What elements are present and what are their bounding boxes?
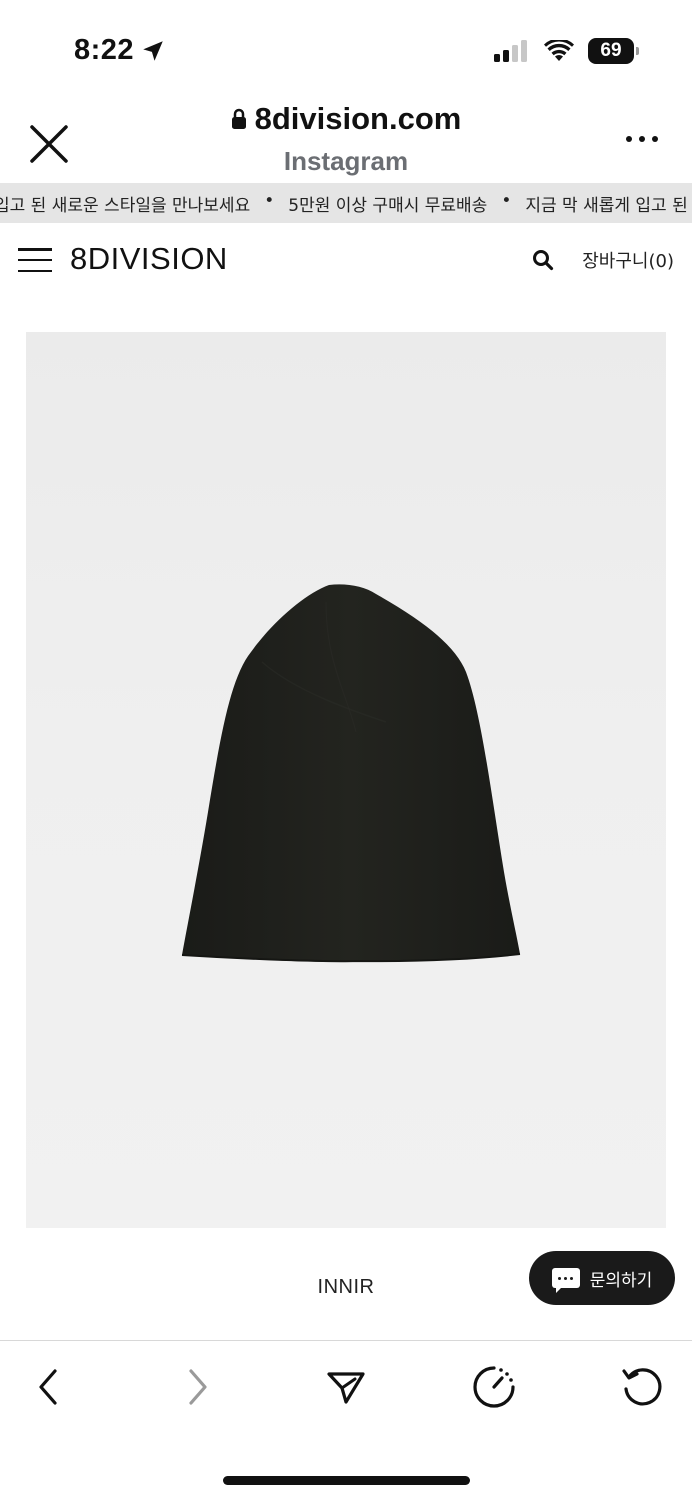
cart-link[interactable]: 장바구니(0) [582,247,674,273]
marquee-item: 입고 된 새로운 스타일을 만나보세요 [0,196,251,216]
product-image[interactable] [26,332,666,1228]
chat-bubble-icon [551,1268,580,1293]
chat-dot [564,1276,568,1280]
chevron-left-icon [39,1369,57,1405]
browser-header: 8division.com Instagram [0,95,692,185]
marquee-item: 5만원 이상 구매시 무료배송 [288,196,488,216]
status-time: 8:22 [74,34,166,67]
chevron-right-icon [189,1369,207,1405]
status-bar: 8:22 69 [0,0,692,100]
timer-icon [473,1366,515,1408]
site-logo[interactable]: 8DIVISION [70,241,228,277]
wifi-icon [544,40,574,61]
marquee-track: 입고 된 새로운 스타일을 만나보세요 • 5만원 이상 구매시 무료배송 • … [0,191,692,216]
location-arrow-icon [143,40,163,61]
url-text: 8division.com [254,101,462,136]
share-button[interactable] [322,1363,370,1411]
marquee-item: 지금 막 새롭게 입고 된 사 [525,196,692,216]
marquee-separator: • [501,191,512,211]
site-header: 8DIVISION 장바구니(0) [0,230,692,290]
chat-label: 문의하기 [589,1270,653,1291]
status-indicators: 69 [494,38,639,64]
inquiry-chat-button[interactable]: 문의하기 [529,1251,675,1305]
beanie-hat-image [181,584,521,963]
battery-indicator: 69 [588,38,639,64]
more-icon-dot [652,136,658,142]
timer-button[interactable] [470,1363,518,1411]
time-text: 8:22 [74,34,135,66]
announcement-marquee: 입고 된 새로운 스타일을 만나보세요 • 5만원 이상 구매시 무료배송 • … [0,183,692,223]
marquee-separator: • [264,191,275,211]
lock-icon [231,108,246,129]
search-icon [533,250,554,271]
source-label: Instagram [283,146,409,176]
back-button[interactable] [24,1363,72,1411]
menu-button[interactable] [18,248,52,272]
home-indicator[interactable] [223,1476,470,1485]
more-icon-dot [639,136,645,142]
more-icon-dot [626,136,632,142]
url-bar[interactable]: 8division.com [0,101,692,137]
reload-button[interactable] [618,1363,666,1411]
cellular-signal-icon [494,40,527,62]
hamburger-icon-line [18,258,52,262]
hamburger-icon-line [18,269,52,272]
send-icon [327,1372,365,1404]
search-button[interactable] [532,249,554,271]
hamburger-icon-line [18,248,52,251]
chat-dot [570,1276,574,1280]
battery-level: 69 [600,40,622,61]
chat-dot [558,1276,562,1280]
forward-button[interactable] [174,1363,222,1411]
more-options-button[interactable] [626,133,658,145]
reload-icon [622,1368,662,1406]
